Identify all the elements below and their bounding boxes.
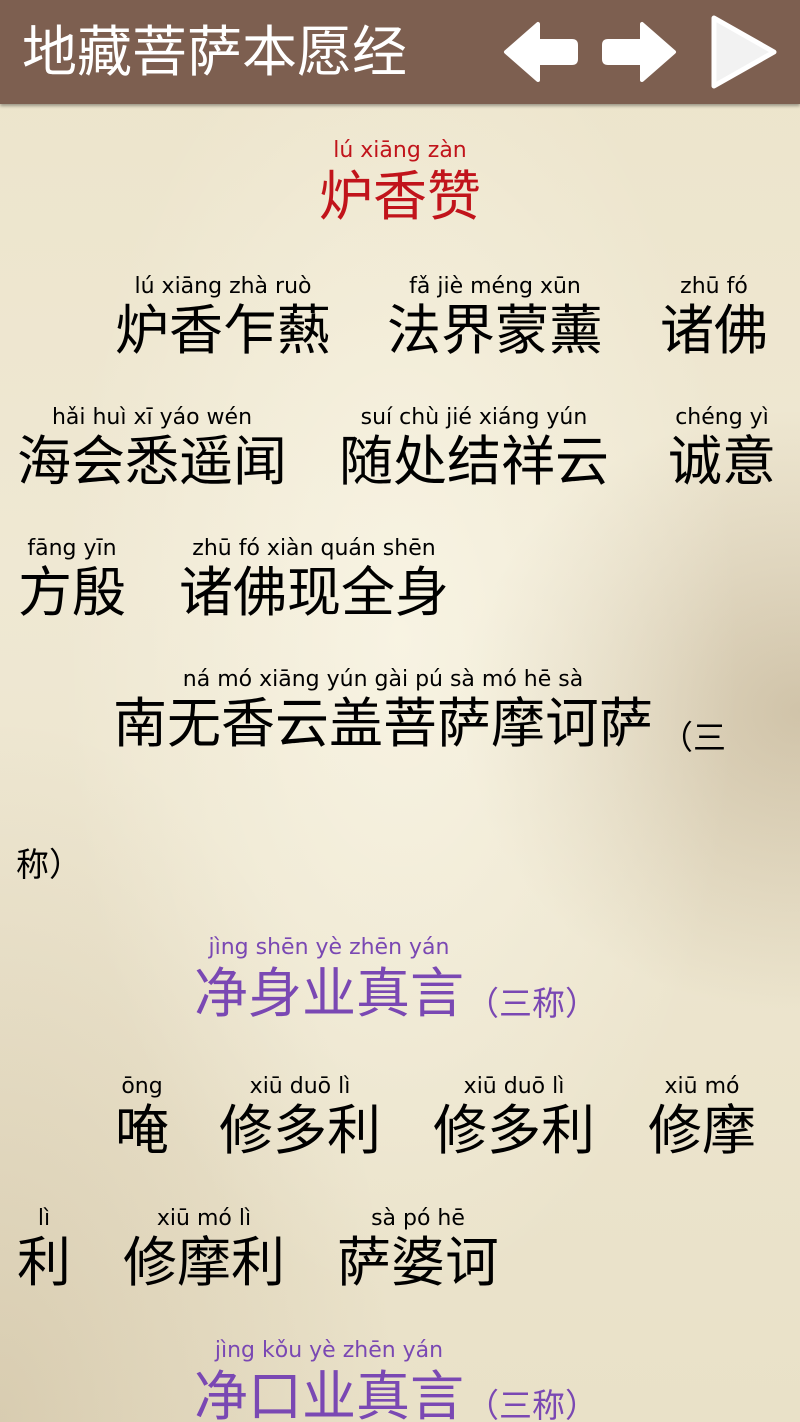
phrase-hanzi: 修多利 <box>219 1099 381 1162</box>
phrase-hanzi: 修摩利 <box>123 1231 285 1294</box>
title-hanzi: 净口业真言 <box>194 1365 464 1422</box>
phrase-hanzi: 随处结祥云 <box>339 430 609 493</box>
phrase-hanzi: 修多利 <box>433 1099 595 1162</box>
phrase-pinyin: zhū fó <box>680 274 748 299</box>
phrase-hanzi: 炉香乍爇 <box>115 299 331 362</box>
phrase-pinyin: zhū fó xiàn quán shēn <box>192 536 436 561</box>
phrase-pinyin: hǎi huì xī yáo wén <box>51 405 253 430</box>
phrase-pinyin: lú xiāng zhà ruò <box>134 274 312 299</box>
title-pinyin: lú xiāng zàn <box>333 138 467 163</box>
scripture-content: lú xiāng zàn 炉香赞 lú xiāng zhà ruò 炉香乍爇 f… <box>0 104 800 1422</box>
phrase-hanzi: 法界蒙薰 <box>387 299 603 362</box>
arrow-left-icon <box>504 22 578 82</box>
title-pinyin: jìng kǒu yè zhēn yán <box>214 1338 444 1363</box>
play-button[interactable] <box>704 14 780 90</box>
phrase-hanzi: 诸佛现全身 <box>179 561 449 624</box>
phrase-hanzi: 唵 <box>115 1099 169 1162</box>
invocation-pinyin: ná mó xiāng yún gài pú sà mó hē sà <box>182 667 584 692</box>
title-hanzi: 净身业真言 <box>194 962 464 1025</box>
phrase-pinyin: suí chù jié xiáng yún <box>360 405 588 430</box>
phrase-hanzi: 萨婆诃 <box>337 1231 499 1294</box>
top-bar: 地藏菩萨本愿经 <box>0 0 800 104</box>
phrase-hanzi: 诚意 <box>668 430 776 493</box>
title-note: （三称） <box>466 1386 598 1422</box>
phrase-pinyin: xiū mó lì <box>156 1206 252 1231</box>
invocation-hanzi: 南无香云盖菩萨摩诃萨 <box>113 692 653 755</box>
phrase-pinyin: ōng <box>121 1074 163 1099</box>
phrase-pinyin: xiū mó <box>664 1074 740 1099</box>
phrase-pinyin: fāng yīn <box>27 536 117 561</box>
previous-button[interactable] <box>500 14 580 90</box>
arrow-right-icon <box>602 22 676 82</box>
title-note: （三称） <box>466 984 598 1023</box>
phrase-pinyin: sà pó hē <box>371 1206 465 1231</box>
phrase-pinyin: xiū duō lì <box>249 1074 351 1099</box>
phrase-hanzi: 海会悉遥闻 <box>17 430 287 493</box>
app-title: 地藏菩萨本愿经 <box>22 20 408 84</box>
phrase-hanzi: 修摩 <box>648 1099 756 1162</box>
play-icon <box>711 15 777 89</box>
invocation-note-close: 称） <box>16 845 82 884</box>
title-hanzi: 炉香赞 <box>319 165 481 228</box>
invocation-note-open: （三 <box>660 718 726 757</box>
phrase-pinyin: lì <box>37 1206 51 1231</box>
phrase-pinyin: xiū duō lì <box>463 1074 565 1099</box>
phrase-pinyin: chéng yì <box>675 405 769 430</box>
next-button[interactable] <box>600 14 680 90</box>
phrase-hanzi: 利 <box>17 1231 71 1294</box>
phrase-hanzi: 诸佛 <box>660 299 768 362</box>
title-pinyin: jìng shēn yè zhēn yán <box>208 935 450 960</box>
phrase-hanzi: 方殷 <box>18 561 126 624</box>
phrase-pinyin: fǎ jiè méng xūn <box>409 274 581 299</box>
